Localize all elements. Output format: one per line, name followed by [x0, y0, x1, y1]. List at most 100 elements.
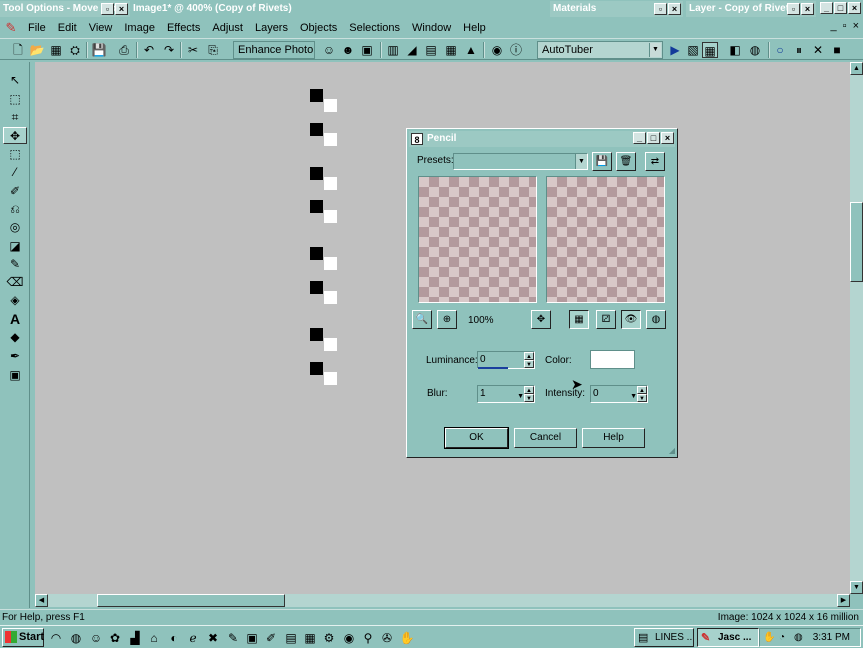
- portrait-icon[interactable]: ☻: [340, 42, 356, 58]
- scroll-up-icon[interactable]: ▲: [850, 62, 863, 75]
- histogram-icon[interactable]: ▥: [385, 42, 401, 58]
- tool-options-titlebar[interactable]: Tool Options - Move Tool ▫ ×: [0, 1, 130, 17]
- horizontal-scrollbar[interactable]: ◀ ▶: [35, 594, 850, 607]
- help-button[interactable]: Help: [582, 428, 645, 448]
- pointer-tool-icon[interactable]: ↖: [3, 72, 27, 89]
- tray-clock-icon[interactable]: ◔: [779, 629, 785, 646]
- doc-restore-icon[interactable]: ▫: [843, 20, 847, 32]
- chart-icon[interactable]: ▦: [443, 42, 459, 58]
- media-icon[interactable]: ◐: [166, 630, 182, 646]
- dialog-close-icon[interactable]: ×: [661, 132, 674, 144]
- cut-icon[interactable]: ✂: [185, 42, 201, 58]
- menu-layers[interactable]: Layers: [249, 18, 294, 38]
- tray-network-icon[interactable]: ◍: [794, 629, 803, 646]
- deform-tool-icon[interactable]: ⬚: [3, 91, 27, 108]
- clone-tool-icon[interactable]: ⎌: [3, 201, 27, 218]
- dodge-tool-icon[interactable]: ◪: [3, 238, 27, 255]
- dialog-maximize-icon[interactable]: □: [647, 132, 660, 144]
- app-icon[interactable]: ✎: [0, 20, 22, 36]
- zoom-out-icon[interactable]: 🔍: [412, 310, 432, 329]
- info-icon[interactable]: ⓘ: [508, 42, 524, 58]
- after-preview[interactable]: [546, 176, 665, 303]
- move-tool-icon[interactable]: ✥: [3, 127, 27, 144]
- menu-file[interactable]: File: [22, 18, 52, 38]
- pan-icon[interactable]: ✥: [531, 310, 551, 329]
- scratch-remover-icon[interactable]: ◎: [3, 219, 27, 236]
- spin-up-icon[interactable]: ▲: [524, 386, 534, 394]
- menu-edit[interactable]: Edit: [52, 18, 83, 38]
- shape-tool-icon[interactable]: ◆: [3, 329, 27, 346]
- menu-selections[interactable]: Selections: [343, 18, 406, 38]
- scroll-down-icon[interactable]: ▼: [850, 581, 863, 594]
- close-icon[interactable]: ×: [668, 3, 681, 15]
- excel-icon[interactable]: ✖: [205, 630, 221, 646]
- menu-adjust[interactable]: Adjust: [206, 18, 249, 38]
- zoom-in-icon[interactable]: ⊕: [437, 310, 457, 329]
- enhance-photo-dropdown[interactable]: Enhance Photo ▼: [233, 41, 315, 71]
- run-script-icon[interactable]: ▶: [667, 42, 683, 58]
- color-balance-icon[interactable]: ▲: [463, 42, 479, 58]
- settings-icon[interactable]: ⚙: [321, 630, 337, 646]
- web-icon[interactable]: ◉: [489, 42, 505, 58]
- intensity-spinner[interactable]: 0 ▼ ▲ ▼: [590, 385, 648, 403]
- messenger-icon[interactable]: ☺: [88, 630, 104, 646]
- redo-icon[interactable]: ↷: [161, 42, 177, 58]
- proof-icon[interactable]: ◍: [646, 310, 666, 329]
- firefox-icon[interactable]: ◉: [341, 630, 357, 646]
- clock[interactable]: 3:31 PM: [813, 629, 850, 646]
- scan-icon[interactable]: ⛭: [67, 42, 83, 58]
- photo-fix-icon[interactable]: ▣: [359, 42, 375, 58]
- pause-icon[interactable]: ⏸: [791, 42, 807, 58]
- smudge-tool-icon[interactable]: ✎: [3, 256, 27, 273]
- document-titlebar[interactable]: Image1* @ 400% (Copy of Rivets): [130, 1, 548, 17]
- spin-up-icon[interactable]: ▲: [524, 352, 534, 360]
- new-file-icon[interactable]: 🗋: [10, 42, 26, 58]
- maximize-icon[interactable]: □: [834, 2, 847, 14]
- minimize-icon[interactable]: _: [820, 2, 833, 14]
- undo-icon[interactable]: ↶: [141, 42, 157, 58]
- dialog-minimize-icon[interactable]: _: [633, 132, 646, 144]
- toggle-preview-icon[interactable]: ▦: [569, 310, 589, 329]
- script-dropdown[interactable]: AutoTuber ▼: [537, 41, 663, 59]
- auto-proof-icon[interactable]: 👁: [621, 310, 641, 329]
- copy-icon[interactable]: ⎘: [205, 42, 221, 58]
- editor-icon[interactable]: ✐: [263, 630, 279, 646]
- doc-close-icon[interactable]: ×: [853, 20, 859, 32]
- calendar-icon[interactable]: ▦: [302, 630, 318, 646]
- red-eye-icon[interactable]: ☺: [321, 42, 337, 58]
- spin-down-icon[interactable]: ▼: [637, 394, 647, 402]
- ok-button[interactable]: OK: [444, 427, 509, 449]
- paint-brush-tool-icon[interactable]: ✐: [3, 183, 27, 200]
- edit-script-icon[interactable]: ▧: [685, 42, 701, 58]
- spin-down-icon[interactable]: ▼: [524, 360, 534, 368]
- save-icon[interactable]: 💾: [91, 42, 107, 58]
- search-icon[interactable]: ⚲: [360, 630, 376, 646]
- fill-tool-icon[interactable]: ◈: [3, 292, 27, 309]
- menu-window[interactable]: Window: [406, 18, 457, 38]
- dropper-tool-icon[interactable]: ⁄: [3, 164, 27, 181]
- cancel-script-icon[interactable]: ✕: [810, 42, 826, 58]
- picture-tube-icon[interactable]: ▣: [3, 367, 27, 384]
- eraser-tool-icon[interactable]: ⌫: [3, 274, 27, 291]
- pen-tool-icon[interactable]: ✒: [3, 348, 27, 365]
- chart-app-icon[interactable]: ▟: [127, 630, 143, 646]
- menu-objects[interactable]: Objects: [294, 18, 343, 38]
- stop-icon[interactable]: ■: [829, 42, 845, 58]
- menu-view[interactable]: View: [83, 18, 119, 38]
- layer-titlebar[interactable]: Layer - Copy of Rivets ▫ ×: [686, 1, 816, 17]
- menu-effects[interactable]: Effects: [161, 18, 206, 38]
- pencil-dialog-titlebar[interactable]: 8 Pencil _ □ ×: [409, 131, 675, 147]
- record-icon[interactable]: ○: [772, 42, 788, 58]
- script-mode-icon[interactable]: ▦: [702, 42, 718, 58]
- contrast-icon[interactable]: ◢: [404, 42, 420, 58]
- blur-spinner[interactable]: 1 ▼ ▲ ▼: [477, 385, 535, 403]
- resize-grip-icon[interactable]: ◢: [669, 446, 675, 455]
- internet-explorer-icon[interactable]: ℯ: [185, 630, 201, 646]
- before-preview[interactable]: [418, 176, 537, 303]
- hand-icon[interactable]: ✋: [399, 630, 415, 646]
- picture-icon[interactable]: ▣: [244, 630, 260, 646]
- selection-tool-icon[interactable]: ⬚: [3, 146, 27, 163]
- spin-up-icon[interactable]: ▲: [637, 386, 647, 394]
- menu-help[interactable]: Help: [457, 18, 492, 38]
- network-icon[interactable]: ◠: [48, 630, 64, 646]
